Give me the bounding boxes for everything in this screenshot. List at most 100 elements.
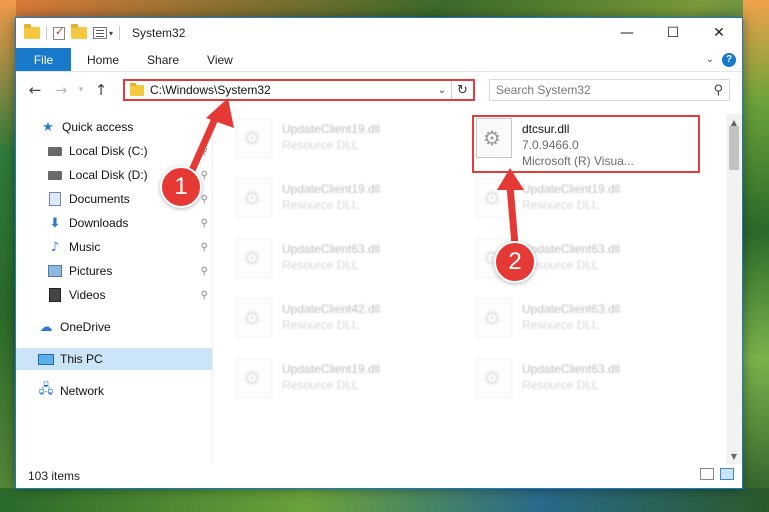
cloud-icon: ☁: [39, 319, 53, 335]
dll-file-icon: [236, 118, 272, 158]
file-name: UpdateClient63.dll: [522, 242, 621, 256]
list-item[interactable]: UpdateClient19.dll Resource DLL: [476, 178, 706, 230]
videos-icon: [47, 288, 63, 302]
address-folder-icon: [130, 82, 144, 96]
sidebar-item-pictures[interactable]: Pictures ⚲: [16, 260, 212, 282]
callout-badge-2: 2: [494, 241, 536, 283]
pane-divider[interactable]: [212, 114, 213, 464]
file-name: UpdateClient19.dll: [282, 122, 381, 136]
pin-icon[interactable]: ⚲: [201, 218, 208, 229]
tiles-view-icon[interactable]: [720, 468, 734, 480]
help-icon[interactable]: ?: [722, 52, 736, 67]
forward-button[interactable]: →: [48, 77, 74, 103]
callout-badge-1: 1: [160, 166, 202, 208]
search-icon[interactable]: ⚲: [713, 83, 723, 98]
search-box[interactable]: Search System32 ⚲: [489, 79, 730, 101]
search-input[interactable]: Search System32: [496, 83, 713, 97]
list-item[interactable]: UpdateClient63.dll Resource DLL: [236, 238, 466, 290]
tab-home[interactable]: Home: [71, 48, 133, 71]
tab-share[interactable]: Share: [133, 48, 193, 71]
pin-icon[interactable]: ⚲: [201, 146, 208, 157]
file-name: UpdateClient42.dll: [282, 302, 381, 316]
sidebar-item-label: Documents: [69, 192, 130, 206]
pin-icon[interactable]: ⚲: [201, 170, 208, 181]
scroll-down-icon[interactable]: ▼: [726, 448, 742, 464]
sidebar-item-this-pc[interactable]: This PC: [16, 348, 212, 370]
file-name: UpdateClient19.dll: [522, 182, 621, 196]
list-item[interactable]: UpdateClient63.dll Resource DLL: [476, 298, 706, 350]
list-item[interactable]: UpdateClient19.dll Resource DLL: [236, 358, 466, 410]
pin-icon[interactable]: ⚲: [201, 266, 208, 277]
dll-file-icon: [476, 358, 512, 398]
pin-icon[interactable]: ⚲: [201, 194, 208, 205]
file-type: Resource DLL: [522, 258, 599, 272]
file-type: Resource DLL: [522, 198, 599, 212]
close-button[interactable]: ✕: [696, 18, 742, 48]
dll-file-icon: [236, 298, 272, 338]
sidebar-item-label: Local Disk (D:): [69, 168, 148, 182]
file-type: Resource DLL: [282, 378, 359, 392]
properties-check-icon[interactable]: [53, 25, 65, 40]
list-item[interactable]: UpdateClient42.dll Resource DLL: [236, 298, 466, 350]
address-dropdown-icon[interactable]: ⌄: [433, 85, 451, 96]
tab-file[interactable]: File: [16, 48, 71, 71]
list-item[interactable]: UpdateClient19.dll Resource DLL: [236, 118, 466, 170]
computer-icon: [38, 352, 54, 366]
details-view-icon[interactable]: [700, 468, 714, 480]
file-name: UpdateClient19.dll: [282, 182, 381, 196]
pin-icon[interactable]: ⚲: [201, 242, 208, 253]
drive-icon: [47, 144, 63, 158]
ribbon-tabs: File Home Share View ⌄ ?: [16, 48, 742, 72]
file-type: Resource DLL: [522, 318, 599, 332]
toolbar-separator: [119, 26, 121, 40]
dll-file-icon: [476, 178, 512, 218]
list-item[interactable]: UpdateClient19.dll Resource DLL: [236, 178, 466, 230]
file-type: Resource DLL: [282, 258, 359, 272]
dll-file-icon: [236, 238, 272, 278]
music-icon: ♪: [50, 239, 60, 255]
maximize-button[interactable]: ☐: [650, 18, 696, 48]
explorer-window: ▾ System32 — ☐ ✕ File Home Share View ⌄ …: [15, 17, 743, 489]
sidebar-item-videos[interactable]: Videos ⚲: [16, 284, 212, 306]
up-button[interactable]: ↑: [88, 77, 114, 103]
sidebar-item-local-disk-c[interactable]: Local Disk (C:) ⚲: [16, 140, 212, 162]
address-bar[interactable]: C:\Windows\System32 ⌄ ↻: [123, 79, 475, 101]
sidebar-item-label: Downloads: [69, 216, 129, 230]
documents-icon: [47, 192, 63, 206]
sidebar-item-label: Local Disk (C:): [69, 144, 148, 158]
back-button[interactable]: ←: [22, 77, 48, 103]
tab-view[interactable]: View: [193, 48, 247, 71]
ribbon-right: ⌄ ?: [706, 48, 742, 71]
expand-ribbon-icon[interactable]: ⌄: [706, 54, 714, 65]
vertical-scrollbar[interactable]: ▲ ▼: [726, 114, 742, 464]
dll-file-icon: [236, 358, 272, 398]
new-folder-icon[interactable]: [71, 24, 87, 39]
sidebar-item-label: This PC: [60, 352, 103, 366]
sidebar-item-quick-access[interactable]: ★ Quick access: [16, 116, 212, 138]
wallpaper-right: [743, 0, 769, 512]
scroll-thumb[interactable]: [729, 126, 739, 170]
file-type: Resource DLL: [282, 138, 359, 152]
dll-file-icon: [236, 178, 272, 218]
pin-icon[interactable]: ⚲: [201, 290, 208, 301]
toolbar-separator: [46, 26, 47, 40]
sidebar-item-music[interactable]: ♪ Music ⚲: [16, 236, 212, 258]
minimize-button[interactable]: —: [604, 18, 650, 48]
sidebar-item-onedrive[interactable]: ☁ OneDrive: [16, 316, 212, 338]
sidebar-item-downloads[interactable]: ⬇ Downloads ⚲: [16, 212, 212, 234]
refresh-icon[interactable]: ↻: [451, 81, 473, 99]
qat-dropdown-icon[interactable]: ▾: [109, 29, 113, 38]
customize-icon[interactable]: [93, 27, 107, 39]
list-item[interactable]: UpdateClient63.dll Resource DLL: [476, 358, 706, 410]
address-path[interactable]: C:\Windows\System32: [150, 83, 433, 97]
pictures-icon: [47, 264, 63, 278]
file-type: Resource DLL: [282, 318, 359, 332]
sidebar-item-network[interactable]: 🖧 Network: [16, 380, 212, 402]
title-bar: ▾ System32 — ☐ ✕: [16, 18, 742, 48]
recent-locations-icon[interactable]: ▾: [74, 77, 88, 103]
sidebar-item-label: Music: [69, 240, 101, 254]
dll-file-icon: [476, 298, 512, 338]
folder-icon: [24, 24, 40, 39]
file-type: Resource DLL: [522, 378, 599, 392]
sidebar-item-label: Pictures: [69, 264, 113, 278]
